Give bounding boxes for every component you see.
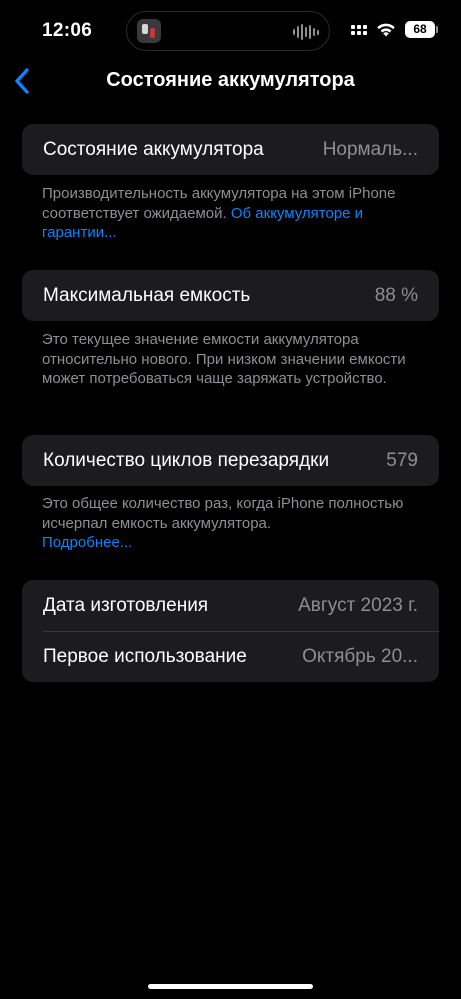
battery-health-value: Нормаль... [322,138,418,160]
cycle-count-row: Количество циклов перезарядки 579 [22,435,439,486]
cycle-count-card: Количество циклов перезарядки 579 [22,435,439,486]
dates-card: Дата изготовления Август 2023 г. Первое … [22,580,439,682]
battery-health-note: Производительность аккумулятора на этом … [42,184,422,243]
maximum-capacity-card: Максимальная емкость 88 % [22,270,439,321]
battery-health-row[interactable]: Состояние аккумулятора Нормаль... [22,124,439,175]
maximum-capacity-value: 88 % [374,284,418,306]
battery-health-card: Состояние аккумулятора Нормаль... [22,124,439,175]
audio-waveform-icon [293,23,319,41]
maximum-capacity-label: Максимальная емкость [43,284,251,306]
first-use-label: Первое использование [43,645,247,667]
home-indicator[interactable] [148,984,313,989]
now-playing-app-icon [137,19,161,43]
wifi-icon [377,23,395,37]
battery-icon: 68 [405,21,438,38]
signal-icon [351,24,367,35]
status-time: 12:06 [42,20,93,41]
cycle-count-value: 579 [386,449,418,471]
dynamic-island[interactable] [126,11,330,51]
maximum-capacity-row: Максимальная емкость 88 % [22,270,439,321]
manufacture-date-row: Дата изготовления Август 2023 г. [22,580,439,631]
manufacture-date-value: Август 2023 г. [298,594,418,616]
cycle-count-label: Количество циклов перезарядки [43,449,330,471]
learn-more-link[interactable]: Подробнее... [42,534,132,551]
first-use-value: Октябрь 20... [302,645,418,667]
maximum-capacity-note: Это текущее значение емкости аккумулятор… [42,331,406,387]
first-use-row: Первое использование Октябрь 20... [22,631,439,682]
battery-health-label: Состояние аккумулятора [43,138,264,160]
manufacture-date-label: Дата изготовления [43,594,209,616]
cycle-count-note: Это общее количество раз, когда iPhone п… [42,494,422,553]
cycle-count-note-text: Это общее количество раз, когда iPhone п… [42,495,404,532]
status-indicators: 68 [351,21,438,38]
page-title: Состояние аккумулятора [106,69,355,91]
